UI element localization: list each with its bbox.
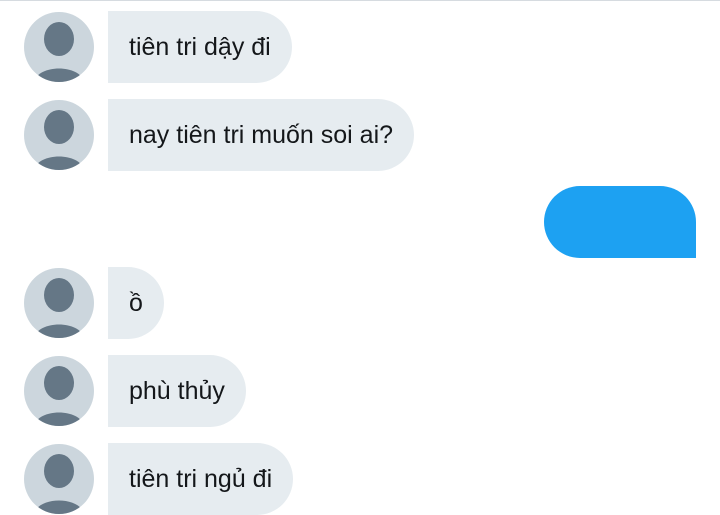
conversation-thread: tiên tri dậy đi nay tiên tri muốn soi ai… [0, 0, 720, 515]
avatar[interactable] [24, 12, 94, 82]
message-row: tiên tri dậy đi [0, 11, 720, 83]
message-row: phù thủy [0, 355, 720, 427]
default-profile-icon [34, 22, 84, 82]
incoming-message-bubble[interactable]: tiên tri ngủ đi [108, 443, 294, 515]
avatar[interactable] [24, 356, 94, 426]
default-profile-icon [34, 454, 84, 514]
default-profile-icon [34, 278, 84, 338]
avatar[interactable] [24, 444, 94, 514]
default-profile-icon [34, 110, 84, 170]
message-row: nay tiên tri muốn soi ai? [0, 99, 720, 171]
avatar[interactable] [24, 100, 94, 170]
outgoing-message-bubble[interactable] [544, 186, 696, 258]
message-row: tiên tri ngủ đi [0, 443, 720, 515]
incoming-message-bubble[interactable]: ồ [108, 267, 164, 339]
incoming-message-bubble[interactable]: nay tiên tri muốn soi ai? [108, 99, 415, 171]
default-profile-icon [34, 366, 84, 426]
incoming-message-bubble[interactable]: tiên tri dậy đi [108, 11, 292, 83]
incoming-message-bubble[interactable]: phù thủy [108, 355, 246, 427]
message-row: ồ [0, 267, 720, 339]
avatar[interactable] [24, 268, 94, 338]
